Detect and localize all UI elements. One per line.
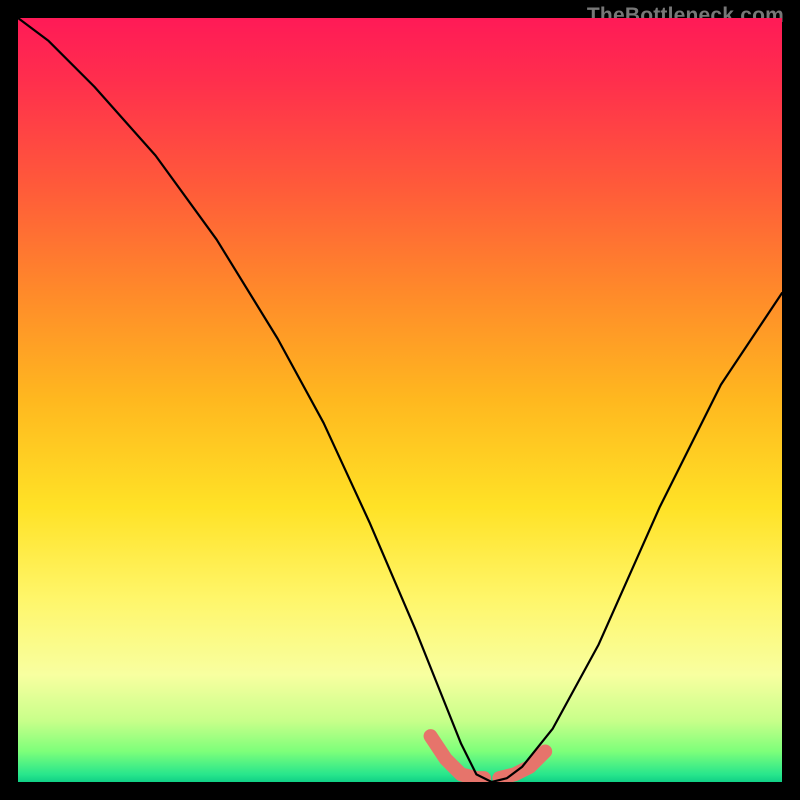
highlight-segment-right [499, 751, 545, 778]
chart-svg [18, 18, 782, 782]
main-curve-line [18, 18, 782, 782]
chart-frame: TheBottleneck.com [0, 0, 800, 800]
plot-area [18, 18, 782, 782]
